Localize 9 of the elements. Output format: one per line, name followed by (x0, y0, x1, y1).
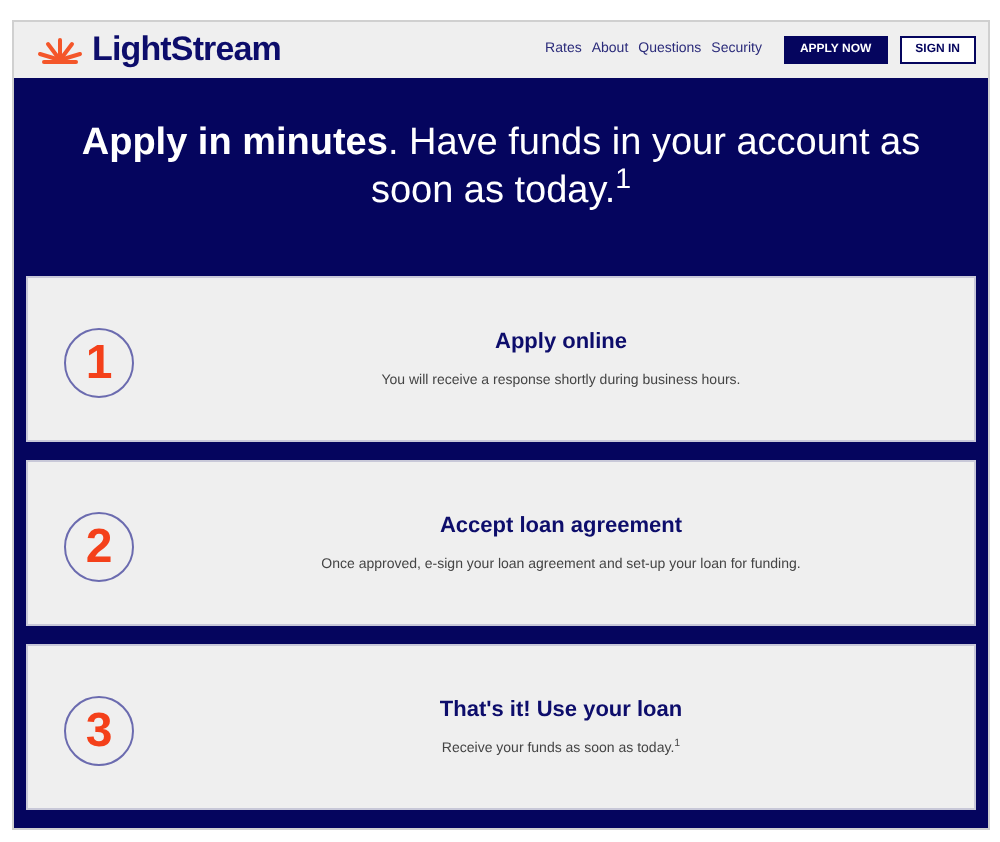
step-title: Accept loan agreement (439, 511, 683, 541)
sunburst-logo-icon (36, 36, 84, 64)
hero-headline: Apply in minutes. Have funds in your account as soon as today.$^{1}$ (79, 120, 923, 216)
logo-wordmark[interactable]: LightStream (92, 24, 282, 76)
step-title: Apply online (495, 327, 627, 357)
step-number: 3 (64, 696, 134, 766)
step-number: 1 (64, 328, 134, 398)
step-title: That's it! Use your loan (439, 695, 683, 725)
step-number: 2 (64, 512, 134, 582)
